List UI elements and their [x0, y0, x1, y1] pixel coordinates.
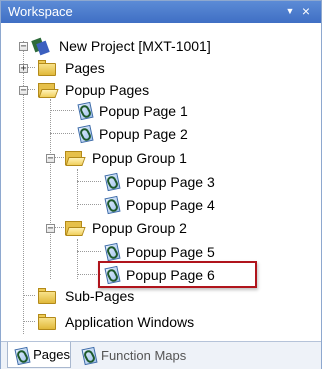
- panel-dropdown-icon[interactable]: ▼: [283, 3, 297, 19]
- popup-page-icon: [75, 101, 95, 121]
- workspace-title-bar: Workspace ▼ ×: [1, 1, 321, 23]
- tree-label-popup-group-1: Popup Group 1: [92, 150, 187, 166]
- tab-pages-label: Pages: [33, 347, 70, 362]
- tree-label-application-windows: Application Windows: [65, 314, 195, 330]
- tree-item-application-windows[interactable]: Application Windows: [19, 311, 196, 333]
- tree-label-project: New Project [MXT-1001]: [59, 38, 211, 54]
- tree-item-sub-pages[interactable]: Sub-Pages: [19, 285, 136, 307]
- popup-page-icon: [102, 172, 122, 192]
- folder-closed-icon: [37, 287, 57, 305]
- tree-label-popup-pages: Popup Pages: [65, 82, 150, 98]
- tree-label-popup-page-5: Popup Page 5: [126, 244, 215, 260]
- workspace-panel: Workspace ▼ × − New Project [MXT-1001] +: [0, 0, 322, 369]
- tree-item-popup-page-6[interactable]: Popup Page 6: [102, 264, 217, 286]
- expand-toggle-pages[interactable]: +: [19, 64, 28, 74]
- tab-function-maps-label: Function Maps: [101, 347, 187, 363]
- folder-open-icon: [64, 149, 86, 167]
- tree-label-popup-page-2: Popup Page 2: [99, 126, 188, 142]
- tab-pages[interactable]: Pages: [7, 342, 71, 368]
- folder-closed-icon: [37, 59, 57, 77]
- workspace-tree: − New Project [MXT-1001] + Pages − Popup…: [1, 23, 321, 341]
- collapse-toggle-project[interactable]: −: [19, 42, 28, 52]
- tree-item-popup-page-5[interactable]: Popup Page 5: [102, 241, 217, 263]
- tree-item-popup-page-2[interactable]: Popup Page 2: [75, 123, 190, 145]
- popup-page-icon: [102, 195, 122, 215]
- tree-label-popup-page-6: Popup Page 6: [126, 267, 215, 283]
- tree-label-popup-page-4: Popup Page 4: [126, 197, 215, 213]
- tree-label-sub-pages: Sub-Pages: [65, 288, 135, 304]
- tree-label-popup-group-2: Popup Group 2: [92, 220, 187, 236]
- tree-label-popup-page-1: Popup Page 1: [99, 103, 188, 119]
- tab-function-maps[interactable]: Function Maps: [75, 342, 205, 368]
- popup-page-icon: [102, 265, 122, 285]
- project-icon: [31, 37, 51, 56]
- tree-item-popup-page-1[interactable]: Popup Page 1: [75, 100, 190, 122]
- tree-label-pages: Pages: [65, 60, 105, 76]
- folder-open-icon: [64, 219, 86, 237]
- tree-item-pages[interactable]: + Pages: [19, 57, 107, 79]
- folder-closed-icon: [37, 313, 57, 331]
- function-maps-tab-icon: [79, 346, 98, 366]
- tree-item-popup-group-2[interactable]: − Popup Group 2: [46, 217, 189, 239]
- tree-item-project[interactable]: − New Project [MXT-1001]: [19, 35, 213, 57]
- collapse-toggle-popup-pages[interactable]: −: [19, 86, 28, 96]
- folder-open-icon: [37, 81, 59, 99]
- tree-label-popup-page-3: Popup Page 3: [126, 174, 215, 190]
- tree-item-popup-page-4[interactable]: Popup Page 4: [102, 194, 217, 216]
- tree-item-popup-group-1[interactable]: − Popup Group 1: [46, 147, 189, 169]
- workspace-tab-bar: Pages Function Maps: [1, 341, 321, 369]
- panel-close-icon[interactable]: ×: [299, 3, 313, 19]
- collapse-toggle-popup-group-2[interactable]: −: [46, 224, 55, 234]
- pages-tab-icon: [12, 346, 31, 365]
- popup-page-icon: [102, 242, 122, 262]
- workspace-title: Workspace: [8, 4, 73, 19]
- popup-page-icon: [75, 124, 95, 144]
- collapse-toggle-popup-group-1[interactable]: −: [46, 154, 55, 164]
- tree-item-popup-pages[interactable]: − Popup Pages: [19, 79, 151, 101]
- tree-item-popup-page-3[interactable]: Popup Page 3: [102, 171, 217, 193]
